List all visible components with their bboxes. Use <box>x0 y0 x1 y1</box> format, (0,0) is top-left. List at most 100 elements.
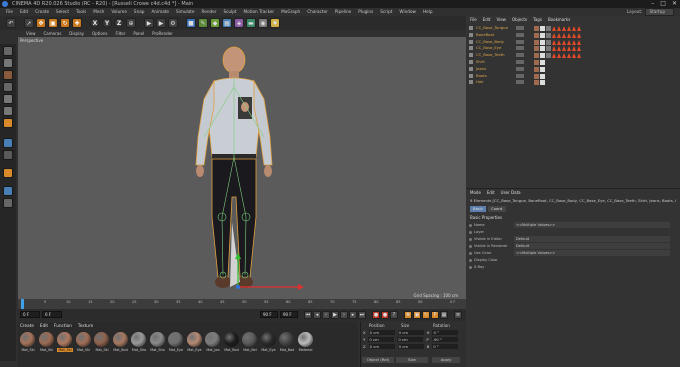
maximize-button[interactable]: □ <box>660 0 666 8</box>
go-to-end-icon[interactable]: ⏭ <box>358 311 366 319</box>
object-menu-bookmarks[interactable]: Bookmarks <box>548 17 570 22</box>
material-swatch[interactable]: Mat_Eye <box>186 332 203 354</box>
light-icon[interactable]: ✹ <box>270 18 280 28</box>
menu-edit[interactable]: Edit <box>20 8 28 16</box>
material-tag-icon[interactable] <box>534 53 539 59</box>
material-swatch[interactable]: Mat_Jea <box>205 332 221 354</box>
subdivision-icon[interactable]: ◆ <box>210 18 220 28</box>
viewport-menu-display[interactable]: Display <box>69 30 84 37</box>
edges-mode-icon[interactable] <box>3 106 13 116</box>
weight-tag-icon[interactable] <box>552 53 556 59</box>
next-frame-icon[interactable]: › <box>340 311 348 319</box>
object-row[interactable]: Shirt <box>466 59 680 66</box>
menu-snap[interactable]: Snap <box>134 8 145 16</box>
character-model[interactable] <box>18 37 466 299</box>
last-tool-icon[interactable]: ✚ <box>72 18 82 28</box>
animate-dot-icon[interactable] <box>469 265 472 269</box>
tab-coord[interactable]: Coord. <box>488 206 507 212</box>
key-param-icon[interactable]: P <box>431 311 439 319</box>
material-tag-icon[interactable] <box>540 73 545 79</box>
object-row[interactable]: CC_Base_Tongue <box>466 25 680 32</box>
visibility-dots-icon[interactable] <box>516 32 524 37</box>
menu-mograph[interactable]: MoGraph <box>281 8 300 16</box>
current-frame-field[interactable]: 0 F <box>20 311 40 318</box>
apply-button[interactable]: Apply <box>432 357 460 363</box>
z-axis-lock[interactable]: Z <box>114 18 124 28</box>
object-name[interactable]: Jeans <box>476 66 486 73</box>
weight-tag-icon[interactable] <box>567 46 571 52</box>
material-menu-function[interactable]: Function <box>54 323 72 328</box>
attribute-value[interactable]: <<Multiple Values>> <box>514 250 670 256</box>
3d-viewport[interactable]: Perspective Grid Spacing : 100 cm <box>18 37 466 299</box>
weight-tag-icon[interactable] <box>557 32 561 38</box>
object-name[interactable]: CC_Base_Tongue <box>476 25 508 32</box>
animate-dot-icon[interactable] <box>469 258 472 262</box>
material-tag-icon[interactable] <box>534 80 539 86</box>
object-row[interactable]: CC_Base_Teeth <box>466 52 680 59</box>
material-tag-icon[interactable] <box>534 39 539 45</box>
render-view-icon[interactable]: ▶ <box>144 18 154 28</box>
array-icon[interactable]: ▦ <box>222 18 232 28</box>
attribute-value[interactable]: Default <box>514 243 670 249</box>
position-field[interactable]: 0 cm <box>368 344 395 349</box>
material-tag-icon[interactable] <box>540 46 545 52</box>
select-arrow-icon[interactable]: ➚ <box>24 18 34 28</box>
animate-dot-icon[interactable] <box>469 237 472 241</box>
material-tag-icon[interactable] <box>540 53 545 59</box>
visibility-dots-icon[interactable] <box>516 53 524 58</box>
weight-tag-icon[interactable] <box>552 32 556 38</box>
menu-character[interactable]: Character <box>307 8 328 16</box>
polygons-mode-icon[interactable] <box>3 118 13 128</box>
object-row[interactable]: CC_Base_Body <box>466 39 680 46</box>
menu-file[interactable]: File <box>6 8 13 16</box>
weight-tag-icon[interactable] <box>562 46 566 52</box>
material-tag-icon[interactable] <box>546 39 551 45</box>
snapping-icon[interactable] <box>3 168 13 178</box>
menu-tools[interactable]: Tools <box>76 8 86 16</box>
material-swatch[interactable]: Mat_Ski <box>57 332 73 354</box>
attribute-menu-user-data[interactable]: User Data <box>501 190 521 195</box>
material-tag-icon[interactable] <box>546 46 551 52</box>
weight-tag-icon[interactable] <box>572 26 576 31</box>
menu-window[interactable]: Window <box>399 8 416 16</box>
texture-mode-icon[interactable] <box>3 70 13 80</box>
weight-tag-icon[interactable] <box>562 53 566 59</box>
animate-dot-icon[interactable] <box>469 251 472 255</box>
material-tag-icon[interactable] <box>534 26 539 31</box>
menu-motion-tracker[interactable]: Motion Tracker <box>244 8 275 16</box>
object-name[interactable]: CC_Base_Body <box>476 39 504 46</box>
max-frame-field[interactable]: 90 F <box>280 311 298 318</box>
timeline-menu-icon[interactable]: ≡ <box>454 311 462 319</box>
visibility-dots-icon[interactable] <box>516 39 524 44</box>
material-swatch[interactable]: Mat_Bod <box>112 332 129 354</box>
next-key-icon[interactable]: ▸ <box>349 311 357 319</box>
menu-script[interactable]: Script <box>380 8 392 16</box>
minimize-button[interactable]: – <box>651 0 654 8</box>
x-axis-lock[interactable]: X <box>90 18 100 28</box>
weight-tag-icon[interactable] <box>572 39 576 45</box>
render-settings-icon[interactable]: ⚙ <box>168 18 178 28</box>
make-editable-icon[interactable] <box>3 46 13 56</box>
weight-tag-icon[interactable] <box>567 39 571 45</box>
animate-dot-icon[interactable] <box>469 244 472 248</box>
attribute-value[interactable]: Default <box>514 236 670 242</box>
object-menu-view[interactable]: View <box>496 17 506 22</box>
weight-tag-icon[interactable] <box>557 39 561 45</box>
visibility-dots-icon[interactable] <box>516 80 524 85</box>
viewport-menu-filter[interactable]: Filter <box>115 30 125 37</box>
object-name[interactable]: BoneRoot <box>476 32 494 39</box>
viewport-menu-panel[interactable]: Panel <box>133 30 144 37</box>
material-swatch[interactable]: Material <box>297 332 314 354</box>
rotate-icon[interactable]: ↻ <box>60 18 70 28</box>
autokey-icon[interactable]: ● <box>381 311 389 319</box>
move-icon[interactable]: ✥ <box>36 18 46 28</box>
workplane-icon[interactable] <box>3 82 13 92</box>
material-tag-icon[interactable] <box>540 32 545 38</box>
viewport-menu-options[interactable]: Options <box>92 30 107 37</box>
y-axis-lock[interactable]: Y <box>102 18 112 28</box>
material-menu-texture[interactable]: Texture <box>78 323 93 328</box>
go-to-start-icon[interactable]: ⏮ <box>304 311 312 319</box>
layout-selector[interactable]: Layout: Startup <box>627 8 674 16</box>
visibility-dots-icon[interactable] <box>516 26 524 30</box>
material-tag-icon[interactable] <box>540 80 545 86</box>
